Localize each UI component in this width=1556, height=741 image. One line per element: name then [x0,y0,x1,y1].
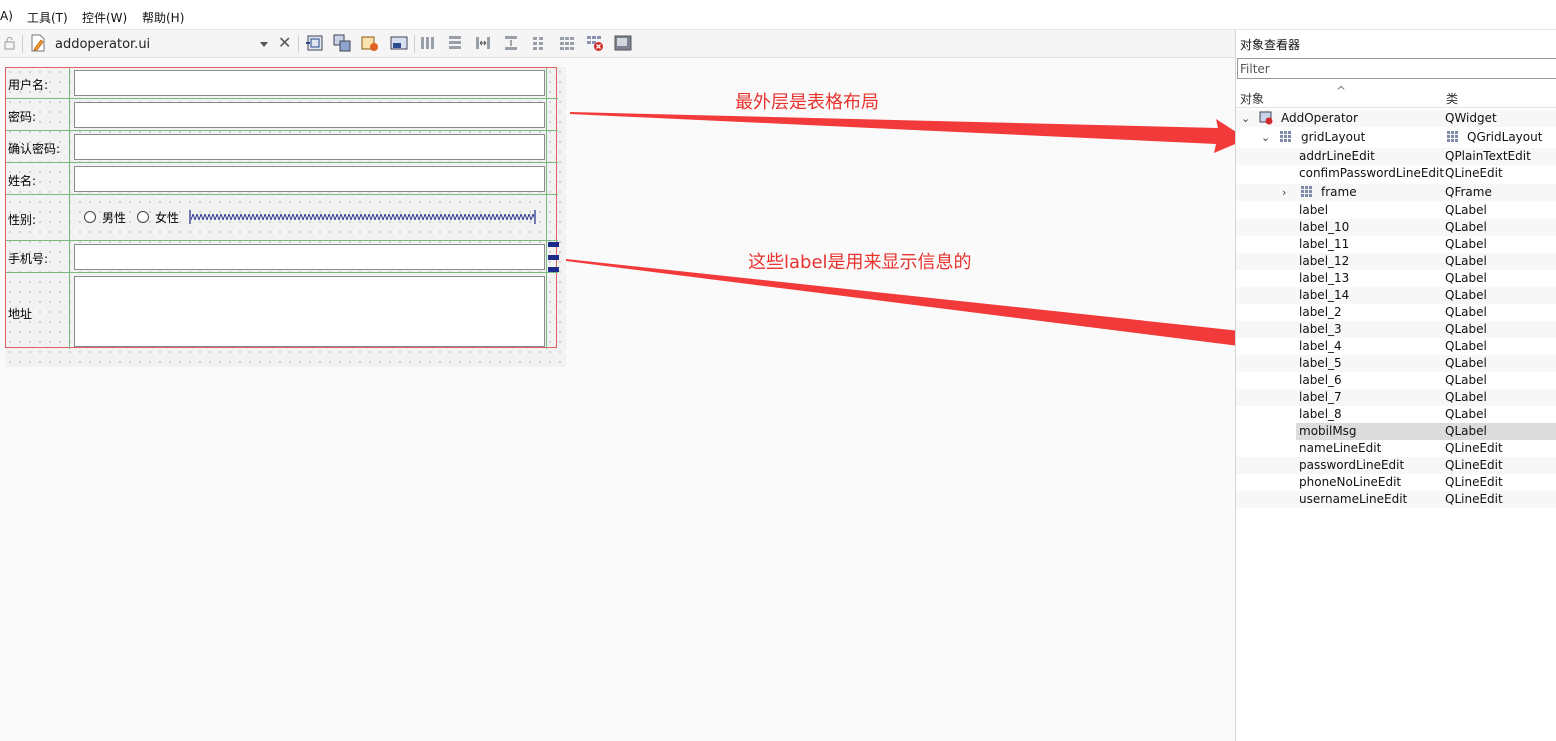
column-header-class[interactable]: 类 [1446,90,1458,107]
file-edit-icon [31,34,45,52]
phone-input[interactable] [74,244,545,270]
tree-row-label-10[interactable]: label_10 QLabel [1236,219,1556,236]
layout-horizontal-icon[interactable] [419,34,437,52]
tree-row-gridlayout[interactable]: ⌄ gridLayout QGridLayout [1236,129,1556,146]
layout-vertical-icon[interactable] [446,34,464,52]
filter-input[interactable] [1237,58,1556,79]
break-layout-icon[interactable] [586,34,604,52]
tree-row-label-13[interactable]: label_13 QLabel [1236,270,1556,287]
toolbar-separator [22,35,23,53]
inspector-header: 对象 ^ 类 [1236,84,1556,108]
grid-line [6,162,558,163]
tree-row-label-7[interactable]: label_7 QLabel [1236,389,1556,406]
chevron-right-icon[interactable]: › [1282,186,1286,199]
form-widget-addoperator[interactable]: 用户名: 密码: 确认密码: 姓名: 性别: 男性 女性 手机号: 地址 [5,67,566,367]
menu-bar: A) 工具(T) 控件(W) 帮助(H) [0,0,1556,30]
annotation-layout-note: 最外层是表格布局 [735,92,879,113]
grid-line [6,272,558,273]
tree-row-label-12[interactable]: label_12 QLabel [1236,253,1556,270]
grid-layout-icon [1280,131,1291,142]
file-selector[interactable]: addoperator.ui [49,34,271,54]
username-label: 用户名: [8,78,49,92]
selection-handle[interactable] [548,267,559,272]
male-radio[interactable] [84,211,96,223]
tree-row-frame[interactable]: › frame QFrame [1236,184,1556,201]
grid-line [6,240,558,241]
menu-item-widgets[interactable]: 控件(W) [82,9,127,26]
grid-layout-frame[interactable]: 用户名: 密码: 确认密码: 姓名: 性别: 男性 女性 手机号: 地址 [5,67,559,349]
layout-form-icon[interactable] [530,34,548,52]
selection-handle[interactable] [548,242,559,247]
female-radio[interactable] [137,211,149,223]
menu-item-help[interactable]: 帮助(H) [142,9,184,26]
sort-indicator-icon: ^ [1336,84,1347,98]
layout-horizontal-splitter-icon[interactable] [474,34,492,52]
confirm-password-input[interactable] [74,134,545,160]
inspector-title: 对象查看器 [1240,38,1301,52]
grid-layout-icon [1447,131,1458,142]
female-radio-label: 女性 [155,211,180,225]
tree-row-label-2[interactable]: label_2 QLabel [1236,304,1556,321]
tree-row-label-11[interactable]: label_11 QLabel [1236,236,1556,253]
grid-line [6,130,558,131]
layout-grid-icon[interactable] [558,34,576,52]
address-label: 地址 [8,307,33,321]
lock-icon[interactable] [4,37,15,50]
grid-line [6,98,558,99]
phone-label: 手机号: [8,252,49,266]
tree-row-label-3[interactable]: label_3 QLabel [1236,321,1556,338]
password-input[interactable] [74,102,545,128]
toolbar-separator [298,35,299,53]
tree-row-addoperator[interactable]: ⌄ AddOperator QWidget [1236,110,1556,127]
column-header-object[interactable]: 对象 [1240,90,1264,107]
tree-row-passwordlineedit[interactable]: passwordLineEdit QLineEdit [1236,457,1556,474]
grid-line [6,194,558,195]
grid-line [69,68,70,349]
tree-row-label-6[interactable]: label_6 QLabel [1236,372,1556,389]
tree-row-usernamelineedit[interactable]: usernameLineEdit QLineEdit [1236,491,1556,508]
grid-line [546,68,547,349]
buddy-editing-icon[interactable] [361,34,379,52]
tree-row-label-8[interactable]: label_8 QLabel [1236,406,1556,423]
object-inspector: 对象查看器 对象 ^ 类 ⌄ AddOperator QWidget ⌄ gri… [1235,30,1556,741]
address-textedit[interactable] [74,276,545,347]
close-icon[interactable]: ✕ [278,34,291,52]
widget-icon [1259,111,1273,125]
password-label: 密码: [8,110,37,124]
designer-canvas: 用户名: 密码: 确认密码: 姓名: 性别: 男性 女性 手机号: 地址 [0,59,1235,741]
annotation-label-note: 这些label是用来显示信息的 [748,252,972,273]
tree-row-label-4[interactable]: label_4 QLabel [1236,338,1556,355]
confirm-password-label: 确认密码: [8,142,61,156]
adjust-size-icon[interactable] [614,34,632,52]
tree-row-namelineedit[interactable]: nameLineEdit QLineEdit [1236,440,1556,457]
toolbar-separator [414,35,415,53]
name-label: 姓名: [8,174,37,188]
tree-row-phonenolineedit[interactable]: phoneNoLineEdit QLineEdit [1236,474,1556,491]
file-name: addoperator.ui [55,37,151,52]
tree-row-label-5[interactable]: label_5 QLabel [1236,355,1556,372]
gender-label: 性别: [8,213,37,227]
name-input[interactable] [74,166,545,192]
tab-order-editing-icon[interactable] [390,34,408,52]
tree-row-label[interactable]: label QLabel [1236,202,1556,219]
signal-slot-editing-icon[interactable] [333,34,351,52]
tree-row-mobilmsg-selected[interactable]: mobilMsg QLabel [1296,423,1556,440]
selection-handle[interactable] [548,255,559,260]
chevron-down-icon[interactable]: ⌄ [1241,112,1250,125]
widget-editing-icon[interactable] [306,34,324,52]
grid-layout-icon [1301,186,1312,197]
layout-vertical-splitter-icon[interactable] [502,34,520,52]
male-radio-label[interactable]: 男性 [102,209,126,226]
chevron-down-icon[interactable]: ⌄ [1261,131,1270,144]
username-input[interactable] [74,70,545,96]
chevron-down-icon [260,42,268,47]
tree-row-label-14[interactable]: label_14 QLabel [1236,287,1556,304]
horizontal-spacer[interactable] [189,208,536,226]
designer-toolbar: addoperator.ui ✕ [0,30,1235,58]
tree-row-addrlineedit[interactable]: addrLineEdit QPlainTextEdit [1236,148,1556,165]
menu-item-a[interactable]: A) [0,9,13,23]
menu-item-tools[interactable]: 工具(T) [27,9,68,26]
tree-row-confimpasswordlineedit[interactable]: confimPasswordLineEdit QLineEdit [1236,165,1556,182]
